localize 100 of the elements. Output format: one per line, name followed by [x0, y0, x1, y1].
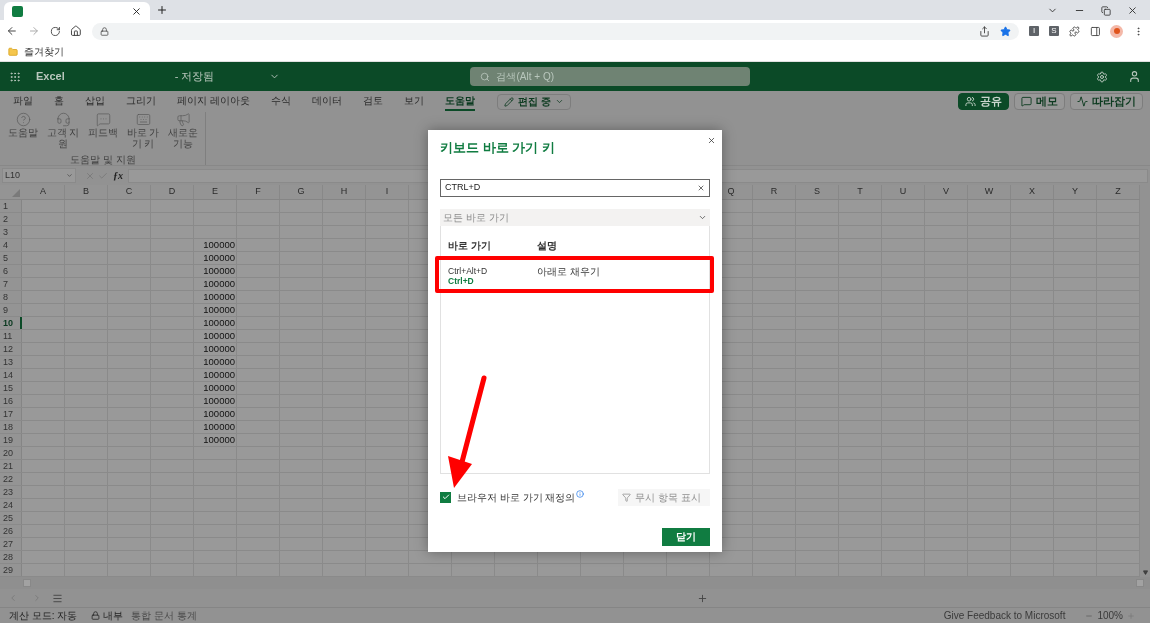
row-header[interactable]: 7 — [0, 278, 22, 290]
ribbon-command[interactable]: 도움말 — [4, 112, 42, 154]
search-field[interactable]: CTRL+D — [440, 178, 710, 197]
row-header[interactable]: 6 — [0, 265, 22, 277]
share-icon[interactable] — [979, 25, 991, 37]
row-header[interactable]: 23 — [0, 486, 22, 498]
chevron-down-icon[interactable] — [66, 172, 73, 179]
column-header[interactable]: C — [108, 185, 151, 199]
avatar[interactable] — [1110, 24, 1124, 38]
row-header[interactable]: 18 — [0, 421, 22, 433]
column-header[interactable]: V — [925, 185, 968, 199]
column-header[interactable]: S — [796, 185, 839, 199]
extension-icon[interactable]: S — [1049, 26, 1059, 36]
filter-dropdown[interactable]: 모든 바로 가기 — [440, 208, 710, 226]
row-header[interactable]: 1 — [0, 200, 22, 212]
ribbon-tab[interactable]: 파일 — [13, 92, 33, 111]
restore-icon[interactable] — [1101, 5, 1111, 16]
vertical-scrollbar[interactable] — [1140, 185, 1150, 577]
ribbon-tab[interactable]: 도움말 — [444, 92, 475, 111]
column-header[interactable]: D — [151, 185, 194, 199]
row-header[interactable]: 5 — [0, 252, 22, 264]
column-header[interactable]: T — [839, 185, 882, 199]
catchup-button[interactable]: 따라잡기 — [1070, 93, 1143, 110]
ribbon-command[interactable]: 바로 가기 키 — [124, 112, 162, 154]
close-button[interactable]: 닫기 — [662, 527, 710, 546]
row-header[interactable]: 25 — [0, 512, 22, 524]
row-header[interactable]: 13 — [0, 356, 22, 368]
column-header[interactable]: Y — [1054, 185, 1097, 199]
column-header[interactable]: B — [65, 185, 108, 199]
search-field[interactable]: 검색(Alt + Q) — [470, 67, 751, 86]
clear-icon[interactable] — [697, 183, 705, 192]
share-button[interactable]: 공유 — [958, 93, 1009, 110]
account-icon[interactable] — [1128, 70, 1141, 83]
bookmark-folder[interactable]: 즐겨찾기 — [8, 44, 64, 59]
row-header[interactable]: 4 — [0, 239, 22, 251]
row-header[interactable]: 29 — [0, 564, 22, 576]
row-header[interactable]: 9 — [0, 304, 22, 316]
row-header[interactable]: 20 — [0, 447, 22, 459]
settings-icon[interactable] — [1096, 70, 1108, 83]
row-header[interactable]: 22 — [0, 473, 22, 485]
browser-tab[interactable] — [4, 2, 150, 20]
ribbon-command[interactable]: 피드백 — [84, 112, 122, 154]
row-header[interactable]: 8 — [0, 291, 22, 303]
name-box[interactable]: L10 — [2, 168, 76, 183]
row-header[interactable]: 12 — [0, 343, 22, 355]
row-header[interactable]: 24 — [0, 499, 22, 511]
close-icon[interactable] — [131, 5, 142, 17]
close-icon[interactable] — [707, 136, 716, 145]
row-header[interactable]: 28 — [0, 551, 22, 563]
row-header[interactable]: 15 — [0, 382, 22, 394]
row-header[interactable]: 26 — [0, 525, 22, 537]
row-header[interactable]: 10 — [0, 317, 22, 329]
ribbon-tab[interactable]: 페이지 레이아웃 — [177, 92, 250, 111]
column-header[interactable]: X — [1011, 185, 1054, 199]
close-icon[interactable] — [1127, 5, 1138, 16]
row-header[interactable]: 2 — [0, 213, 22, 225]
row-header[interactable]: 27 — [0, 538, 22, 550]
app-launcher-icon[interactable] — [9, 70, 21, 83]
row-header[interactable]: 14 — [0, 369, 22, 381]
ribbon-tab[interactable]: 보기 — [403, 92, 424, 111]
row-header[interactable]: 21 — [0, 460, 22, 472]
ribbon-tab[interactable]: 검토 — [362, 92, 383, 111]
editing-mode-button[interactable]: 편집 중 — [496, 93, 571, 110]
save-status[interactable]: - 저장됨 — [174, 68, 215, 85]
ribbon-tab[interactable]: 삽입 — [85, 92, 105, 111]
horizontal-scrollbar[interactable] — [0, 577, 1150, 589]
column-header[interactable]: A — [22, 185, 65, 199]
ribbon-command[interactable]: 고객 지원 — [44, 112, 82, 154]
add-sheet-icon[interactable] — [697, 592, 708, 604]
ribbon-tab[interactable]: 홈 — [54, 92, 64, 111]
column-header[interactable]: G — [280, 185, 323, 199]
status-text[interactable]: 통합 문서 통계 — [131, 609, 197, 622]
ribbon-command[interactable]: 새로운 기능 — [164, 112, 202, 154]
sheet-list-icon[interactable] — [52, 592, 63, 604]
column-header[interactable]: F — [237, 185, 280, 199]
column-header[interactable]: E — [194, 185, 237, 199]
column-header[interactable]: R — [753, 185, 796, 199]
extension-icon[interactable]: I — [1029, 26, 1040, 36]
sensitivity-label[interactable]: 내부 — [91, 609, 124, 622]
column-header[interactable]: W — [968, 185, 1011, 199]
reload-icon[interactable] — [49, 25, 61, 37]
function-button[interactable]: ƒx — [111, 168, 125, 183]
row-header[interactable]: 17 — [0, 408, 22, 420]
row-header[interactable]: 16 — [0, 395, 22, 407]
side-panel-icon[interactable] — [1089, 25, 1101, 37]
scroll-down-icon[interactable] — [1142, 570, 1148, 575]
ribbon-tab[interactable]: 수식 — [270, 92, 291, 111]
ribbon-tab[interactable]: 데이터 — [311, 92, 342, 111]
puzzle-icon[interactable] — [1068, 25, 1080, 37]
row-header[interactable]: 3 — [0, 226, 22, 238]
home-icon[interactable] — [70, 25, 83, 37]
comment-button[interactable]: 메모 — [1014, 93, 1065, 110]
new-tab-icon[interactable] — [156, 4, 168, 16]
ribbon-tab[interactable]: 그리기 — [126, 92, 156, 111]
back-icon[interactable] — [6, 25, 18, 37]
column-header[interactable]: U — [882, 185, 925, 199]
feedback-link[interactable]: Give Feedback to Microsoft — [943, 609, 1066, 622]
override-checkbox[interactable] — [440, 491, 451, 503]
row-header[interactable]: 19 — [0, 434, 22, 446]
column-header[interactable]: H — [323, 185, 366, 199]
